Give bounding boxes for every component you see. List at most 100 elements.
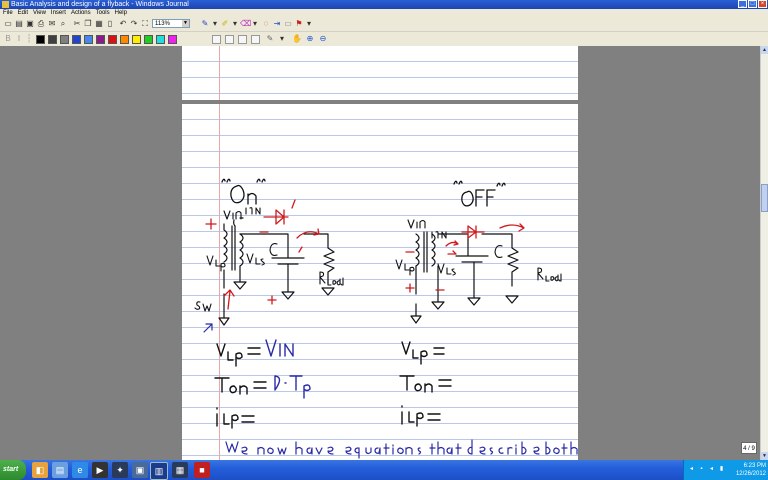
menu-actions[interactable]: Actions [71,9,91,17]
full-screen-icon[interactable]: ⛶ [140,19,150,29]
windows-journal-taskbar-icon[interactable]: ▥ [150,462,168,480]
ink-equations-right [399,341,452,427]
flag-icon[interactable]: ⚑ [294,19,304,29]
copy-icon[interactable]: ❐ [83,19,93,29]
power-icon[interactable]: ▮ [718,466,725,473]
menu-edit[interactable]: Edit [18,9,28,17]
note-page-current[interactable] [182,104,578,460]
network-icon[interactable]: ▪ [698,466,705,473]
find-icon[interactable]: ⌕ [58,19,68,29]
zoom-out-icon[interactable]: ⊖ [318,34,328,44]
start-button[interactable]: start [0,460,26,480]
menu-view[interactable]: View [33,9,46,17]
window-controls: _ □ × [738,0,767,8]
pen-icon[interactable]: ✎ [200,19,210,29]
cut-icon[interactable]: ✂ [72,19,82,29]
menu-file[interactable]: File [3,9,13,17]
documents-icon[interactable]: ▤ [52,462,68,478]
selection-tool-icon[interactable]: ◌ [261,19,271,29]
line-thin-icon[interactable] [212,35,221,44]
italic-icon[interactable]: I [14,34,24,44]
highlighter-dropdown-icon[interactable]: ▾ [230,19,240,29]
delete-icon[interactable]: ▯ [105,19,115,29]
ink-equations-left [214,343,267,429]
open-folder-icon[interactable]: ▤ [14,19,24,29]
clock-date: 12/26/2012 [735,471,766,477]
format-separator-icon: ┆ [26,34,32,43]
page-margin-line [219,46,220,100]
zoom-value: 113% [155,21,170,27]
color-magenta[interactable] [168,35,177,44]
scroll-down-icon[interactable]: ▼ [761,452,768,460]
color-purple[interactable] [96,35,105,44]
scroll-up-icon[interactable]: ▲ [761,46,768,54]
color-black[interactable] [36,35,45,44]
note-workspace[interactable] [0,46,760,460]
color-red[interactable] [108,35,117,44]
clock[interactable]: 6:23 PM 12/26/2012 [736,462,766,478]
ink-annotations-red [205,199,320,310]
ink-labels-off [395,219,562,282]
scroll-thumb[interactable] [761,184,768,212]
redo-icon[interactable]: ↷ [129,19,139,29]
text-box-icon[interactable]: ▭ [283,19,293,29]
email-icon[interactable]: ✉ [47,19,57,29]
vertical-scrollbar[interactable]: ▲ ▼ [760,46,768,460]
standard-toolbar: ▭ ▤ ▣ ⎙ ✉ ⌕ ✂ ❐ ▦ ▯ ↶ ↷ ⛶ 113% ▼ ✎ ▾ ✐ ▾… [0,17,768,32]
presentation-icon[interactable]: ▣ [132,462,148,478]
close-button[interactable]: × [758,0,767,8]
zoom-select[interactable]: 113% ▼ [152,19,190,28]
explorer-icon[interactable]: ◧ [32,462,48,478]
insert-space-icon[interactable]: ⇥ [272,19,282,29]
taskbar: start ◧ ▤ e ▶ ✦ ▣ ▥ ▦ ■ ◂ ▪ ◂ ▮ 6:23 PM … [0,460,768,480]
internet-explorer-icon[interactable]: e [72,462,88,478]
title-bar: Basic Analysis and design of a flyback -… [0,0,768,9]
flag-dropdown-icon[interactable]: ▾ [304,19,314,29]
minimize-button[interactable]: _ [738,0,747,8]
bold-icon[interactable]: B [3,34,13,44]
line-medium-icon[interactable] [225,35,234,44]
chevron-down-icon[interactable]: ▼ [182,20,189,27]
menu-help[interactable]: Help [115,9,127,17]
color-green[interactable] [144,35,153,44]
pen-style-icon[interactable]: ✎ [265,34,275,44]
ink-labels-on [194,207,344,312]
record-icon[interactable]: ■ [194,462,210,478]
menu-tools[interactable]: Tools [96,9,110,17]
color-yellow[interactable] [132,35,141,44]
save-icon[interactable]: ▣ [25,19,35,29]
pen-style-dropdown-icon[interactable]: ▾ [277,34,287,44]
highlighter-icon[interactable]: ✐ [220,19,230,29]
ink-heading-off [453,180,506,207]
line-heavy-icon[interactable] [251,35,260,44]
color-gray[interactable] [60,35,69,44]
color-light-blue[interactable] [84,35,93,44]
clock-time: 6:23 PM [743,463,766,469]
eraser-dropdown-icon[interactable]: ▾ [250,19,260,29]
undo-icon[interactable]: ↶ [118,19,128,29]
ink-equations-left-blue [265,339,311,399]
note-page-previous[interactable] [182,46,578,100]
calculator-icon[interactable]: ▦ [172,462,188,478]
color-blue[interactable] [72,35,81,44]
paste-icon[interactable]: ▦ [94,19,104,29]
app-icon[interactable]: ✦ [112,462,128,478]
volume-icon[interactable]: ◂ [708,466,715,473]
eraser-icon[interactable]: ⌫ [240,19,251,29]
zoom-in-icon[interactable]: ⊕ [305,34,315,44]
pan-hand-icon[interactable]: ✋ [292,34,302,44]
pen-dropdown-icon[interactable]: ▾ [210,19,220,29]
menu-insert[interactable]: Insert [51,9,66,17]
tray-expand-icon[interactable]: ◂ [688,466,695,473]
print-icon[interactable]: ⎙ [36,19,46,29]
menu-bar: File Edit View Insert Actions Tools Help [0,9,768,17]
color-cyan[interactable] [156,35,165,44]
maximize-button[interactable]: □ [748,0,757,8]
color-dark-gray[interactable] [48,35,57,44]
media-player-icon[interactable]: ▶ [92,462,108,478]
handwritten-ink [194,178,578,459]
color-orange[interactable] [120,35,129,44]
window-title: Basic Analysis and design of a flyback -… [11,1,189,8]
new-note-icon[interactable]: ▭ [3,19,13,29]
line-thick-icon[interactable] [238,35,247,44]
